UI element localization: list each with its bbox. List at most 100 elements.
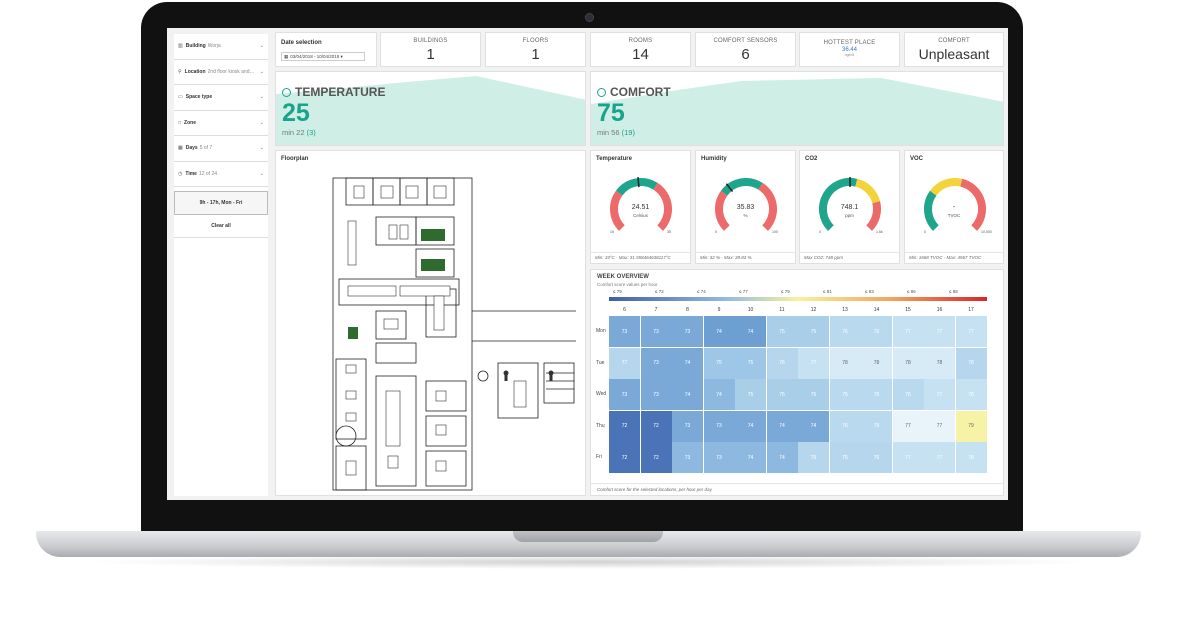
heatmap-cell[interactable]: 77 bbox=[924, 379, 955, 410]
filter-label: Zone bbox=[184, 119, 196, 126]
heatmap-cell[interactable]: 78 bbox=[955, 442, 987, 473]
heatmap-cell[interactable]: 74 bbox=[735, 442, 766, 473]
gauge-value: 24.51 bbox=[631, 204, 650, 211]
heatmap-cell[interactable]: 75 bbox=[735, 379, 766, 410]
heatmap-cell[interactable]: 74 bbox=[735, 410, 766, 442]
comfort-title-row: COMFORT bbox=[597, 85, 671, 99]
filter-time[interactable]: ◷ Time 12 of 24 ⌄ bbox=[174, 162, 268, 187]
kpi-label: FLOORS bbox=[522, 38, 549, 44]
floorplan-panel: Floorplan bbox=[275, 150, 586, 496]
kpi-label: ROOMS bbox=[628, 38, 653, 44]
gauge-max: 35 bbox=[667, 230, 671, 234]
legend-threshold: ≤ 77 bbox=[739, 289, 748, 294]
kpi-value: 14 bbox=[632, 46, 649, 63]
heatmap-cell[interactable]: 73 bbox=[609, 316, 640, 347]
filter-sidebar: ▥ Building Worja ⌄ ⚲ Location 2nd floor kiosk … bbox=[174, 34, 268, 496]
heatmap-cell[interactable]: 73 bbox=[703, 410, 735, 442]
gauge-unit: TVOC bbox=[947, 213, 961, 218]
heatmap-cell[interactable]: 77 bbox=[798, 347, 829, 379]
heatmap-cell[interactable]: 74 bbox=[735, 316, 766, 347]
heatmap-cell[interactable]: 78 bbox=[829, 347, 861, 379]
time-range-button[interactable]: 9h - 17h, Mon - Fri bbox=[174, 191, 268, 215]
heatmap-cell[interactable]: 74 bbox=[703, 316, 735, 347]
temperature-trend-area bbox=[276, 76, 585, 145]
heatmap-cell[interactable]: 74 bbox=[672, 347, 703, 379]
heatmap-cell[interactable]: 75 bbox=[798, 316, 829, 347]
heatmap-cell[interactable]: 78 bbox=[955, 379, 987, 410]
date-range-picker[interactable]: ▦ 03/04/2018 - 10/04/2018 ▾ bbox=[281, 52, 365, 61]
heatmap-cell[interactable]: 73 bbox=[640, 347, 672, 379]
heatmap-cell[interactable]: 76 bbox=[766, 347, 798, 379]
chevron-down-icon: ⌄ bbox=[259, 68, 264, 75]
floorplan-map[interactable] bbox=[276, 151, 586, 496]
heatmap-cell[interactable]: 73 bbox=[640, 379, 672, 410]
heatmap-cell[interactable]: 76 bbox=[829, 410, 861, 442]
filter-label: Location bbox=[184, 68, 206, 75]
heatmap-cell[interactable]: 75 bbox=[766, 316, 798, 347]
heatmap-cell[interactable]: 76 bbox=[861, 410, 892, 442]
heatmap-cell[interactable]: 78 bbox=[924, 347, 955, 379]
heatmap-cell[interactable]: 73 bbox=[703, 442, 735, 473]
heatmap-cell[interactable]: 73 bbox=[672, 442, 703, 473]
heatmap-cell[interactable]: 75 bbox=[798, 442, 829, 473]
heatmap-cell[interactable]: 73 bbox=[609, 379, 640, 410]
heatmap-cell[interactable]: 77 bbox=[609, 347, 640, 379]
heatmap-cell[interactable]: 74 bbox=[766, 410, 798, 442]
heatmap-hour-label: 17 bbox=[968, 307, 974, 313]
building-icon: ▥ bbox=[178, 43, 183, 50]
heatmap-cell[interactable]: 72 bbox=[640, 442, 672, 473]
heatmap-cell[interactable]: 76 bbox=[829, 316, 861, 347]
heatmap-cell[interactable]: 77 bbox=[892, 316, 924, 347]
filter-days[interactable]: ▦ Days 5 of 7 ⌄ bbox=[174, 136, 268, 162]
heatmap-cell[interactable]: 75 bbox=[798, 379, 829, 410]
gauge-footnote: Min: 19°C - Max: 31.558464638117°C bbox=[591, 252, 690, 263]
heatmap-cell[interactable]: 77 bbox=[955, 316, 987, 347]
heatmap-cell[interactable]: 74 bbox=[703, 379, 735, 410]
heatmap-cell[interactable]: 77 bbox=[924, 442, 955, 473]
temperature-title: TEMPERATURE bbox=[295, 85, 386, 99]
gauge-value: 35.83 bbox=[736, 204, 755, 211]
heatmap-cell[interactable]: 75 bbox=[829, 379, 861, 410]
gauge-dial bbox=[818, 177, 882, 231]
heatmap-cell[interactable]: 79 bbox=[955, 410, 987, 442]
heatmap-cell[interactable]: 78 bbox=[892, 347, 924, 379]
filter-zone[interactable]: □ Zone ⌄ bbox=[174, 111, 268, 136]
heatmap-cell[interactable]: 78 bbox=[861, 347, 892, 379]
heatmap-cell[interactable]: 74 bbox=[672, 379, 703, 410]
legend-threshold: ≤ 72 bbox=[655, 289, 664, 294]
heatmap-cell[interactable]: 75 bbox=[829, 442, 861, 473]
clear-all-button[interactable]: Clear all bbox=[174, 215, 268, 238]
filter-location[interactable]: ⚲ Location 2nd floor kiosk and… ⌄ bbox=[174, 60, 268, 85]
heatmap-cell[interactable]: 78 bbox=[955, 347, 987, 379]
heatmap-cell[interactable]: 72 bbox=[609, 442, 640, 473]
heatmap-cell[interactable]: 73 bbox=[672, 410, 703, 442]
heatmap-cell[interactable]: 76 bbox=[892, 379, 924, 410]
kpi-label: HOTTEST PLACE bbox=[823, 40, 876, 46]
heatmap-cell[interactable]: 74 bbox=[766, 442, 798, 473]
dashboard-screen: ▥ Building Worja ⌄ ⚲ Location 2nd floor kiosk … bbox=[167, 28, 1008, 500]
heatmap-cell[interactable]: 73 bbox=[672, 316, 703, 347]
heatmap-cell[interactable]: 75 bbox=[703, 347, 735, 379]
heatmap-cell[interactable]: 77 bbox=[892, 410, 924, 442]
heatmap-cell[interactable]: 76 bbox=[861, 442, 892, 473]
week-overview-footnote: Comfort score for the selected locations… bbox=[591, 483, 1003, 495]
heatmap-cell[interactable]: 75 bbox=[735, 347, 766, 379]
heatmap-cell[interactable]: 77 bbox=[924, 316, 955, 347]
heatmap-cell[interactable]: 76 bbox=[861, 316, 892, 347]
filter-label: Building bbox=[185, 43, 206, 50]
heatmap-cell[interactable]: 74 bbox=[798, 410, 829, 442]
gauge-max: 100 bbox=[772, 230, 778, 234]
heatmap-cell[interactable]: 77 bbox=[892, 442, 924, 473]
heatmap-cell[interactable]: 72 bbox=[609, 410, 640, 442]
legend-threshold: ≤ 83 bbox=[865, 289, 874, 294]
heatmap-cell[interactable]: 72 bbox=[640, 410, 672, 442]
filter-space-type[interactable]: ▭ Space type ⌄ bbox=[174, 85, 268, 111]
temperature-min-text: min 22 bbox=[282, 128, 305, 137]
heatmap-cell[interactable]: 75 bbox=[766, 379, 798, 410]
heatmap-cell[interactable]: 77 bbox=[924, 410, 955, 442]
heatmap-hour-label: 7 bbox=[654, 307, 658, 313]
heatmap-cell[interactable]: 76 bbox=[861, 379, 892, 410]
comfort-title: COMFORT bbox=[610, 85, 671, 99]
filter-building[interactable]: ▥ Building Worja ⌄ bbox=[174, 34, 268, 60]
heatmap-cell[interactable]: 73 bbox=[640, 316, 672, 347]
